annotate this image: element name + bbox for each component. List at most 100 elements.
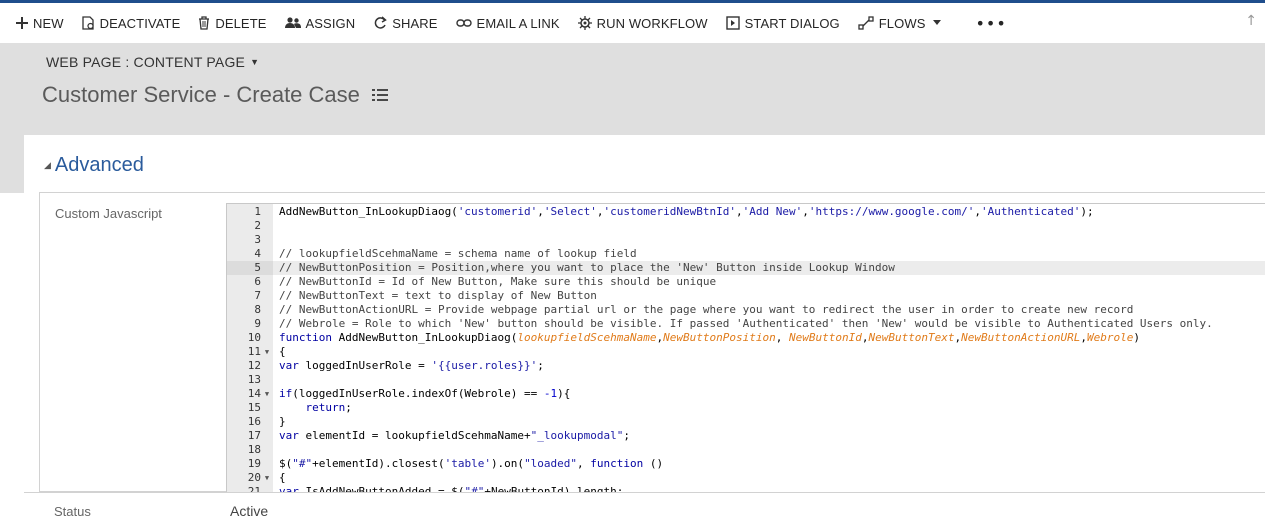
- line-number: 7: [254, 289, 261, 302]
- start-dialog-button-label: START DIALOG: [744, 15, 840, 31]
- code-token: function: [279, 331, 332, 344]
- code-line[interactable]: 20 ▼{: [227, 471, 1265, 485]
- line-number: 6: [254, 275, 261, 288]
- code-token: Webrole: [1087, 331, 1134, 344]
- code-token: (): [643, 457, 664, 470]
- code-token: ,: [537, 205, 544, 218]
- email-link-button-label: EMAIL A LINK: [476, 15, 560, 31]
- code-token: // NewButtonText = text to display of Ne…: [279, 289, 597, 302]
- line-number: 21: [247, 485, 261, 492]
- code-line[interactable]: 11 ▼{: [227, 345, 1265, 359]
- code-token: ).on(: [490, 457, 525, 470]
- code-token: ;: [345, 401, 352, 414]
- code-token: );: [1080, 205, 1094, 218]
- flows-icon: [858, 16, 874, 30]
- code-line[interactable]: 13: [227, 373, 1265, 387]
- line-number: 4: [254, 247, 261, 260]
- line-number: 18: [247, 443, 261, 456]
- code-token: loggedInUserRole =: [298, 359, 432, 372]
- code-text: {: [279, 471, 286, 485]
- code-line[interactable]: 5 // NewButtonPosition = Position,where y…: [227, 261, 1265, 275]
- code-text: // NewButtonActionURL = Provide webpage …: [279, 303, 1133, 317]
- code-token: function: [590, 457, 644, 470]
- code-line[interactable]: 3: [227, 233, 1265, 247]
- code-text: // NewButtonText = text to display of Ne…: [279, 289, 597, 303]
- code-line[interactable]: 16}: [227, 415, 1265, 429]
- line-number: 13: [247, 373, 261, 386]
- code-line[interactable]: 21 var IsAddNewButtonAdded = $("#"+NewBut…: [227, 485, 1265, 492]
- code-token: return: [305, 401, 346, 414]
- code-line[interactable]: 1 AddNewButton_InLookupDiaog('customerid'…: [227, 205, 1265, 219]
- menu-icon[interactable]: [371, 89, 388, 101]
- code-line[interactable]: 14 ▼ if(loggedInUserRole.indexOf(Webrole) …: [227, 387, 1265, 401]
- flows-button[interactable]: FLOWS: [858, 3, 942, 43]
- line-number: 8: [254, 303, 261, 316]
- code-text: return;: [279, 401, 352, 415]
- code-token: "_lookupmodal": [530, 429, 624, 442]
- record-title-text: Customer Service - Create Case: [42, 82, 360, 107]
- code-token: lookupfieldScehmaName: [517, 331, 657, 344]
- code-line[interactable]: 4 // lookupfieldScehmaName = schema name …: [227, 247, 1265, 261]
- code-text: // Webrole = Role to which 'New' button …: [279, 317, 1213, 331]
- code-text: if(loggedInUserRole.indexOf(Webrole) == …: [279, 387, 570, 401]
- share-button[interactable]: SHARE: [373, 3, 437, 43]
- email-link-button[interactable]: EMAIL A LINK: [455, 3, 560, 43]
- code-line[interactable]: 10 function AddNewButton_InLookupDiaog(lo…: [227, 331, 1265, 345]
- code-text: // NewButtonPosition = Position,where yo…: [279, 261, 895, 275]
- line-number: 3: [254, 233, 261, 246]
- code-line[interactable]: 19 $("#"+elementId).closest('table').on("…: [227, 457, 1265, 471]
- code-token: "#": [464, 485, 485, 492]
- custom-javascript-label: Custom Javascript: [55, 206, 162, 221]
- code-token: var: [279, 359, 299, 372]
- status-row: [24, 492, 1265, 528]
- run-workflow-button-label: RUN WORKFLOW: [596, 15, 708, 31]
- run-workflow-button[interactable]: RUN WORKFLOW: [577, 3, 708, 43]
- code-token: }: [279, 415, 286, 428]
- code-lines: 1 AddNewButton_InLookupDiaog('customerid'…: [227, 205, 1265, 492]
- entity-type-selector[interactable]: WEB PAGE : CONTENT PAGE ▼: [46, 54, 259, 70]
- chevron-down-icon: ▼: [250, 57, 260, 67]
- fold-arrow-icon[interactable]: ▼: [263, 471, 271, 485]
- code-text: var IsAddNewButtonAdded = $("#"+NewButto…: [279, 485, 623, 492]
- start-dialog-button[interactable]: START DIALOG: [725, 3, 840, 43]
- new-button-label: NEW: [33, 15, 64, 31]
- ellipsis-icon[interactable]: •••: [975, 14, 1006, 33]
- trash-icon: [199, 16, 210, 30]
- line-number: 15: [247, 401, 261, 414]
- code-line[interactable]: 7 // NewButtonText = text to display of N…: [227, 289, 1265, 303]
- code-text: AddNewButton_InLookupDiaog('customerid',…: [279, 205, 1094, 219]
- code-line[interactable]: 17 var elementId = lookupfieldScehmaName+…: [227, 429, 1265, 443]
- code-line[interactable]: 18: [227, 443, 1265, 457]
- code-text: }: [279, 415, 286, 429]
- fold-arrow-icon[interactable]: ▼: [263, 345, 271, 359]
- code-text: {: [279, 345, 286, 359]
- code-token: NewButtonActionURL: [961, 331, 1081, 344]
- code-token: AddNewButton_InLookupDiaog(: [331, 331, 518, 344]
- line-number: 2: [254, 219, 261, 232]
- arrow-up-icon[interactable]: ↑: [1245, 13, 1257, 29]
- code-line[interactable]: 9 // Webrole = Role to which 'New' button…: [227, 317, 1265, 331]
- code-line[interactable]: 15 return;: [227, 401, 1265, 415]
- assign-button[interactable]: ASSIGN: [284, 3, 356, 43]
- fold-arrow-icon[interactable]: ▼: [263, 387, 271, 401]
- code-editor[interactable]: 1 AddNewButton_InLookupDiaog('customerid'…: [226, 203, 1265, 492]
- document-icon: [81, 16, 94, 30]
- code-token: +NewButtonId).length;: [484, 485, 624, 492]
- code-line[interactable]: 2: [227, 219, 1265, 233]
- entity-type-label: WEB PAGE : CONTENT PAGE: [46, 54, 246, 70]
- new-button[interactable]: NEW: [16, 3, 64, 43]
- delete-button[interactable]: DELETE: [198, 3, 266, 43]
- code-token: {: [279, 471, 286, 484]
- code-line[interactable]: 12 var loggedInUserRole = '{{user.roles}}…: [227, 359, 1265, 373]
- code-token: 'table': [444, 457, 491, 470]
- code-token: NewButtonPosition: [663, 331, 776, 344]
- code-token: // NewButtonId = Id of New Button, Make …: [279, 275, 717, 288]
- deactivate-button-label: DEACTIVATE: [99, 15, 181, 31]
- code-line[interactable]: 8 // NewButtonActionURL = Provide webpage…: [227, 303, 1265, 317]
- share-icon: [374, 16, 388, 29]
- advanced-section-toggle[interactable]: ◢ Advanced: [44, 154, 144, 177]
- deactivate-button[interactable]: DEACTIVATE: [81, 3, 181, 43]
- code-line[interactable]: 6 // NewButtonId = Id of New Button, Make…: [227, 275, 1265, 289]
- plus-icon: [16, 17, 28, 29]
